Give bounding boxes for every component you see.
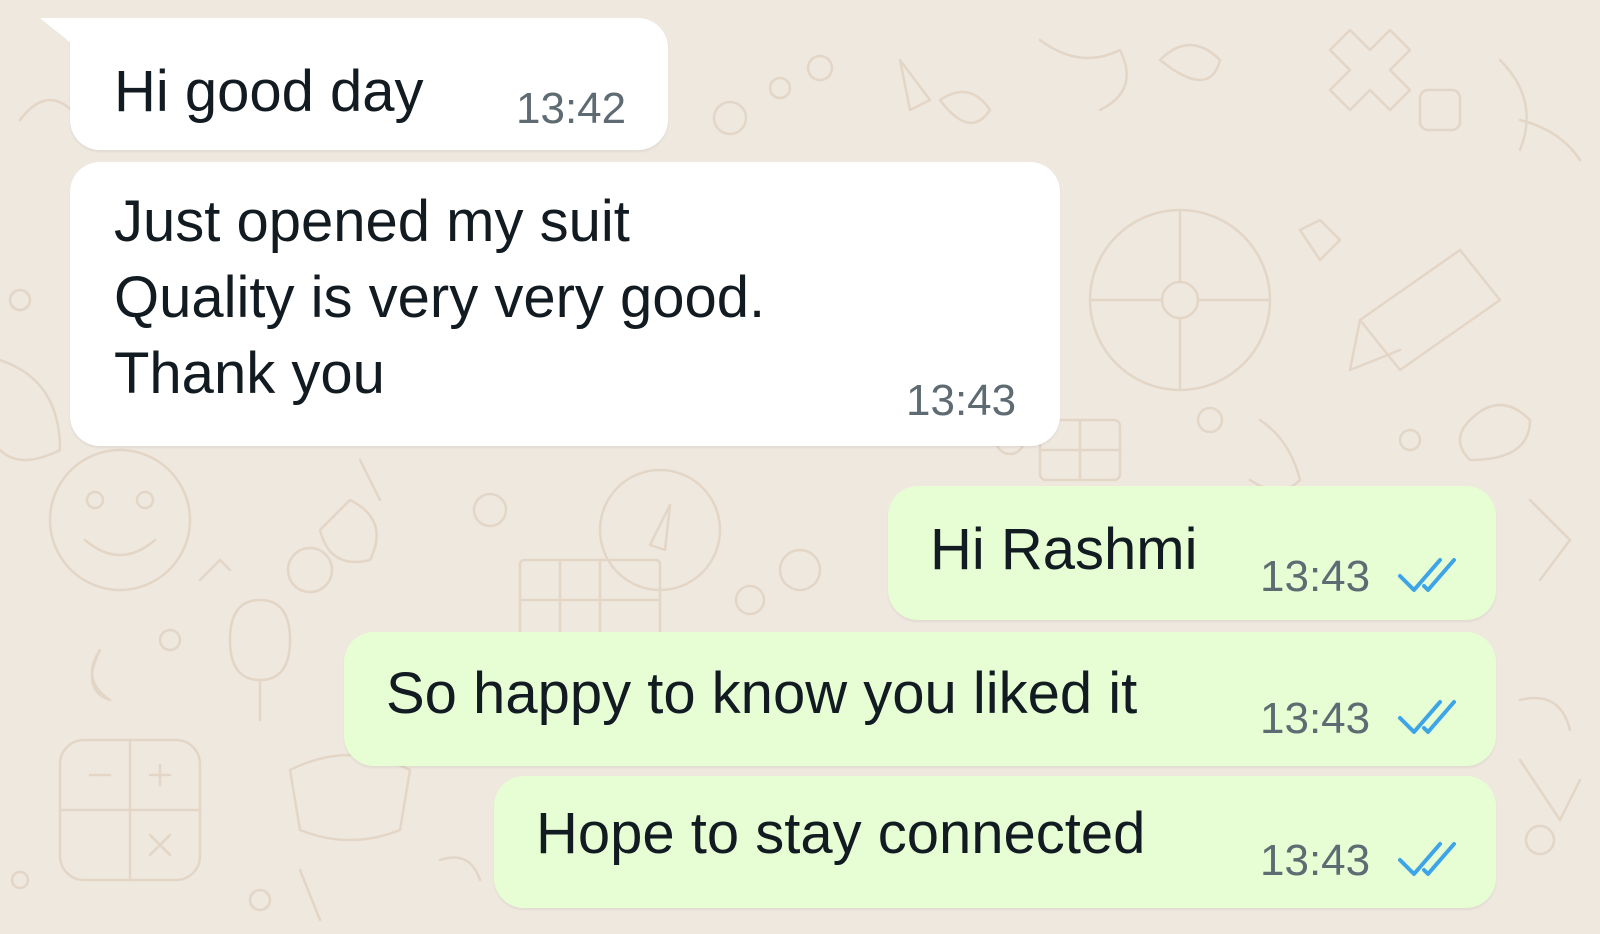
message-text: Hi good day (114, 59, 424, 124)
message-time: 13:43 (1260, 694, 1371, 743)
message-text: Just opened my suit Quality is very very… (114, 189, 766, 406)
message-time: 13:43 (1260, 552, 1371, 601)
message-text: Hope to stay connected (536, 801, 1146, 866)
message-text: So happy to know you liked it (386, 661, 1138, 726)
incoming-message-bubble[interactable]: Hi good day 13:42 (40, 18, 668, 150)
double-check-read-icon (1398, 700, 1456, 734)
incoming-message-bubble[interactable]: Just opened my suit Quality is very very… (70, 162, 1060, 446)
message-text: Hi Rashmi (930, 517, 1198, 582)
outgoing-message-bubble[interactable]: So happy to know you liked it 13:43 (344, 632, 1496, 766)
outgoing-message-bubble[interactable]: Hope to stay connected 13:43 (494, 776, 1496, 908)
message-time: 13:42 (516, 84, 627, 133)
double-check-read-icon (1398, 558, 1456, 592)
double-check-read-icon (1398, 842, 1456, 876)
message-time: 13:43 (906, 376, 1017, 425)
message-time: 13:43 (1260, 836, 1371, 885)
bubble-tail (40, 18, 82, 52)
outgoing-message-bubble[interactable]: Hi Rashmi 13:43 (888, 486, 1496, 620)
